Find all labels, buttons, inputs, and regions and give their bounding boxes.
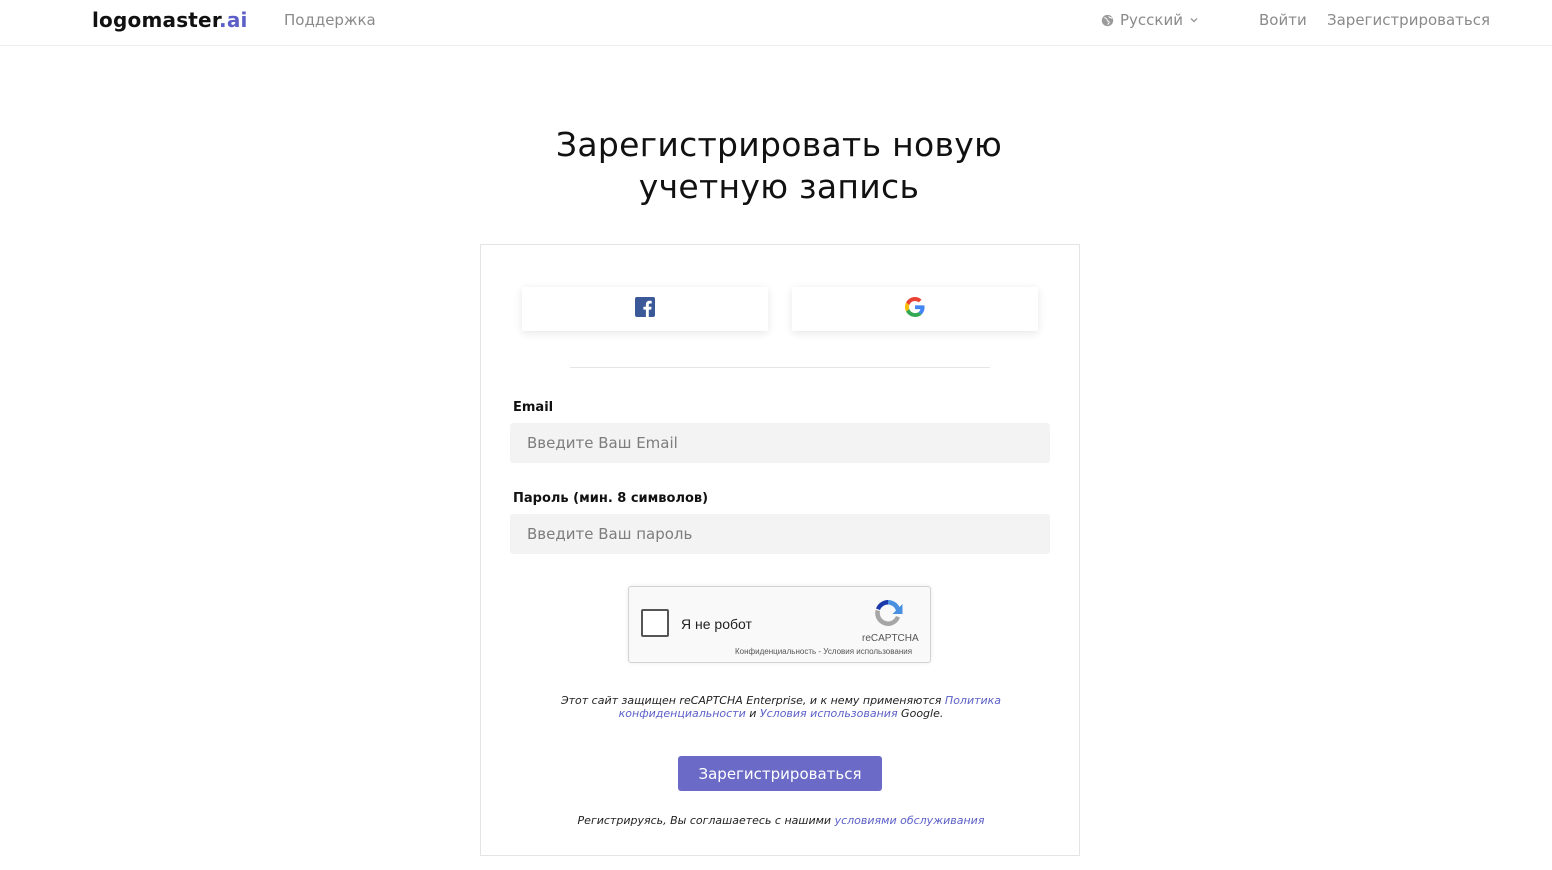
logo-accent: .ai <box>219 8 248 32</box>
nav-support-link[interactable]: Поддержка <box>284 11 376 29</box>
recaptcha-logo-icon <box>871 597 905 633</box>
terms-note-prefix: Регистрируясь, Вы соглашаетесь с нашими <box>577 814 835 827</box>
nav-login-link[interactable]: Войти <box>1259 11 1307 29</box>
logo[interactable]: logomaster.ai <box>92 8 248 32</box>
google-icon <box>905 297 925 321</box>
recaptcha-terms-link[interactable]: Условия использования <box>823 647 912 656</box>
recaptcha-protection-note: Этот сайт защищен reCAPTCHA Enterprise, … <box>551 694 1011 720</box>
recaptcha-widget: Я не робот reCAPTCHA Конфиденциальность … <box>628 586 931 663</box>
top-header: logomaster.ai Поддержка Русский Войти За… <box>0 0 1552 46</box>
recaptcha-brand: reCAPTCHA <box>862 633 919 644</box>
terms-of-use-link[interactable]: Условия использования <box>760 707 898 720</box>
recaptcha-checkbox[interactable] <box>641 609 669 637</box>
facebook-icon <box>635 297 655 321</box>
chevron-down-icon <box>1189 15 1199 25</box>
page-title: Зарегистрировать новую учетную запись <box>555 125 1003 206</box>
language-label: Русский <box>1120 11 1183 29</box>
recaptcha-label: Я не робот <box>681 616 752 632</box>
protect-note-prefix: Этот сайт защищен reCAPTCHA Enterprise, … <box>560 694 945 707</box>
recaptcha-privacy-link[interactable]: Конфиденциальность <box>735 647 816 656</box>
logo-main: logomaster <box>92 8 220 32</box>
recaptcha-terms: Конфиденциальность - Условия использован… <box>735 647 912 656</box>
divider <box>570 367 990 368</box>
facebook-signup-button[interactable] <box>522 287 768 331</box>
register-submit-button[interactable]: Зарегистрироваться <box>678 756 882 791</box>
email-label: Email <box>513 400 554 415</box>
password-input[interactable] <box>510 514 1050 554</box>
terms-agreement-note: Регистрируясь, Вы соглашаетесь с нашими … <box>541 814 1021 827</box>
globe-icon <box>1101 14 1114 27</box>
language-selector[interactable]: Русский <box>1101 11 1199 29</box>
signup-card: Email Пароль (мин. 8 символов) Я не робо… <box>480 244 1080 856</box>
google-signup-button[interactable] <box>792 287 1038 331</box>
terms-of-service-link[interactable]: условиями обслуживания <box>835 814 985 827</box>
password-label: Пароль (мин. 8 символов) <box>513 491 709 506</box>
protect-note-suffix: Google. <box>897 707 944 720</box>
protect-note-and: и <box>745 707 760 720</box>
nav-register-link[interactable]: Зарегистрироваться <box>1327 11 1490 29</box>
email-input[interactable] <box>510 423 1050 463</box>
